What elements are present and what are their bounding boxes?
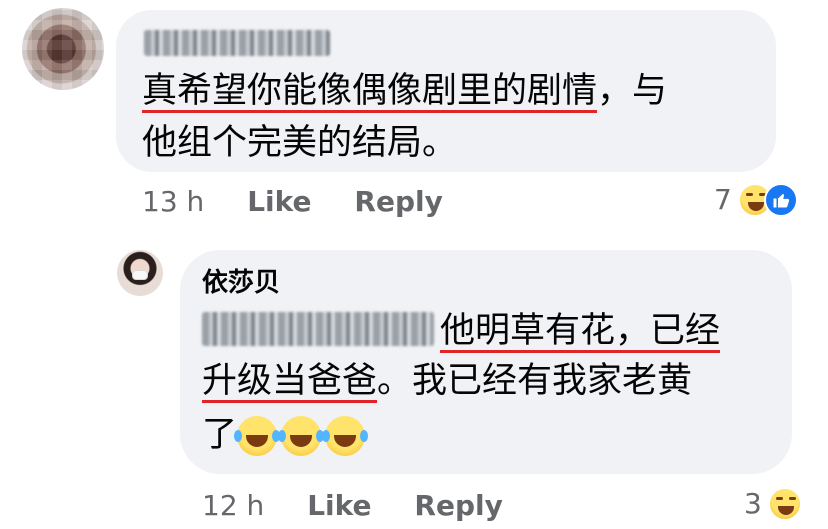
reply-button[interactable]: Reply [414, 489, 502, 522]
reply-text-line: 他明草有花，已经 [202, 306, 720, 356]
underlined-text: 他明草有花，已经 [440, 311, 721, 351]
reply-actions: 12 h Like Reply [202, 488, 537, 524]
comment-actions: 13 h Like Reply [142, 184, 477, 220]
reply-text-line: 升级当爸爸。我已经有我家老黄 [202, 356, 692, 406]
reply-button[interactable]: Reply [354, 185, 442, 218]
reply-text: 了 [202, 415, 238, 455]
like-button[interactable]: Like [247, 185, 311, 218]
like-button[interactable]: Like [307, 489, 371, 522]
reaction-summary[interactable]: 3 [744, 486, 802, 522]
comment-timestamp[interactable]: 13 h [142, 185, 204, 218]
comment-author-name-blurred[interactable] [144, 30, 330, 56]
commenter-avatar[interactable] [22, 8, 104, 90]
like-icon [763, 183, 798, 217]
tears-of-joy-emoji [278, 416, 322, 456]
reaction-summary[interactable]: 7 [714, 182, 798, 218]
mention-tag-blurred[interactable] [202, 312, 434, 346]
comment-text-line: 真希望你能像偶像剧里的剧情，与 [142, 66, 667, 116]
reply-author-avatar[interactable] [117, 250, 163, 296]
underlined-text: 真希望你能像偶像剧里的剧情 [142, 71, 598, 111]
haha-icon [767, 487, 802, 521]
tears-of-joy-emoji [322, 416, 366, 456]
underlined-text: 升级当爸爸 [202, 361, 378, 401]
reply-text: 。我已经有我家老黄 [377, 361, 693, 401]
reply-text-line: 了 [202, 410, 369, 460]
reaction-count: 7 [714, 183, 732, 216]
face-mask [132, 270, 148, 280]
comment-thread: 真希望你能像偶像剧里的剧情，与 他组个完美的结局。 13 h Like Repl… [0, 0, 828, 529]
reply-author-name[interactable]: 依莎贝 [202, 265, 280, 301]
reply-timestamp[interactable]: 12 h [202, 489, 264, 522]
reaction-count: 3 [744, 487, 762, 520]
tears-of-joy-emoji [234, 416, 278, 456]
comment-text: ，与 [597, 71, 668, 111]
comment-text-line: 他组个完美的结局。 [142, 123, 458, 163]
